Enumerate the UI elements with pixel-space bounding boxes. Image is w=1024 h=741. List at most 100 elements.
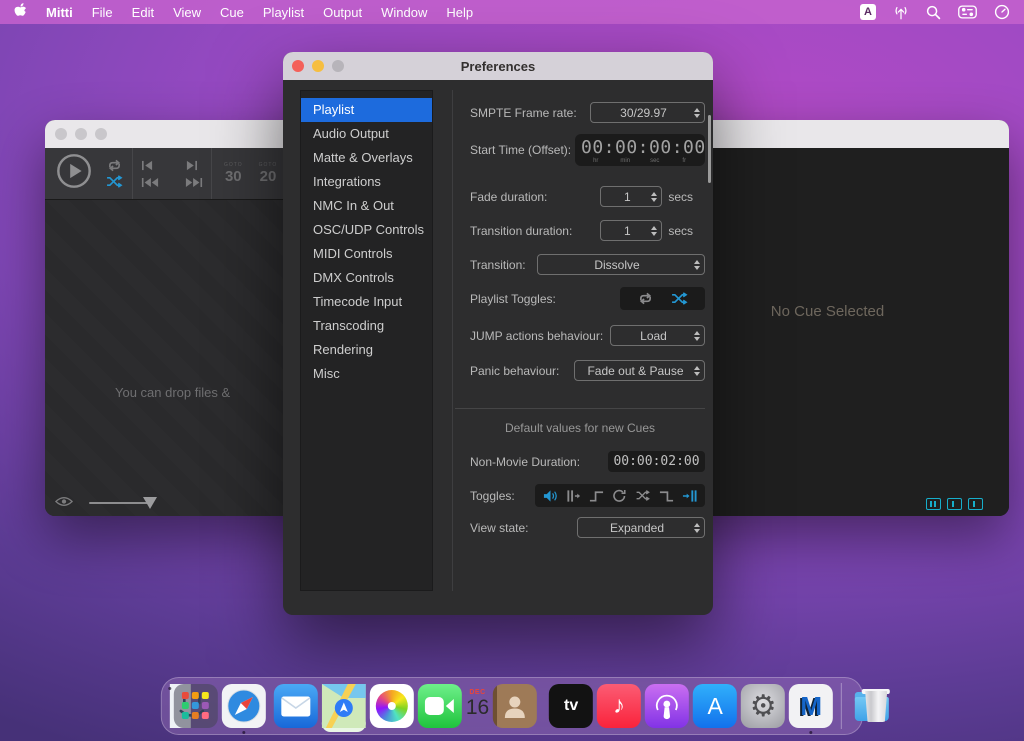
menu-output[interactable]: Output (323, 5, 362, 20)
previous-cue-icon[interactable] (141, 160, 154, 171)
dock-item-system-preferences[interactable]: ⚙ (741, 684, 785, 728)
sidebar-item-nmc-in-out[interactable]: NMC In & Out (301, 194, 432, 218)
output-format-icon[interactable] (926, 498, 941, 510)
mitti-app-icon: M (789, 684, 833, 728)
photos-icon (370, 684, 414, 728)
fade-duration-stepper[interactable]: 1 (600, 186, 662, 207)
fade-out-toggle-icon[interactable] (659, 489, 674, 503)
fade-duration-unit: secs (668, 190, 693, 204)
dock-item-podcasts[interactable] (645, 684, 689, 728)
sidebar-item-misc[interactable]: Misc (301, 362, 432, 386)
stepper-arrows-icon[interactable] (651, 226, 657, 236)
zoom-button[interactable] (95, 128, 107, 140)
dock-item-contacts[interactable] (493, 684, 537, 728)
search-icon[interactable] (926, 5, 941, 20)
music-icon: ♪ (597, 684, 641, 728)
menu-file[interactable]: File (92, 5, 113, 20)
shuffle-cue-toggle-icon[interactable] (635, 489, 651, 502)
jump-actions-popup[interactable]: Load (610, 325, 705, 346)
audio-toggle-icon[interactable] (543, 489, 558, 503)
menu-playlist[interactable]: Playlist (263, 5, 304, 20)
safari-icon (222, 684, 266, 728)
pause-at-end-toggle-icon[interactable] (682, 489, 697, 503)
dock-item-music[interactable]: ♪ (597, 684, 641, 728)
sidebar-item-playlist[interactable]: Playlist (301, 98, 432, 122)
eye-icon[interactable] (55, 494, 73, 512)
preferences-title-bar[interactable]: Preferences (283, 52, 713, 80)
fade-duration-row: Fade duration: 1 secs (470, 186, 705, 207)
loop-toggle-icon[interactable] (636, 292, 655, 305)
close-button[interactable] (55, 128, 67, 140)
dock-item-tv[interactable]: tv (549, 684, 593, 728)
transition-popup[interactable]: Dissolve (537, 254, 705, 275)
non-movie-duration-label: Non-Movie Duration: (470, 455, 580, 469)
jump-to-start-icon[interactable] (141, 177, 159, 188)
dock-item-facetime[interactable] (418, 684, 462, 728)
smpte-framerate-popup[interactable]: 30/29.97 (590, 102, 705, 123)
dock-item-launchpad[interactable] (174, 684, 218, 728)
dock-item-calendar[interactable]: DEC 16 (466, 684, 489, 719)
sidebar-item-transcoding[interactable]: Transcoding (301, 314, 432, 338)
menu-edit[interactable]: Edit (132, 5, 154, 20)
opacity-slider[interactable] (89, 496, 151, 510)
dock-item-mail[interactable] (274, 684, 318, 728)
clock-icon[interactable] (994, 4, 1010, 20)
goto-30-button[interactable]: GOTO 30 (224, 162, 243, 185)
shuffle-toggle-icon[interactable] (670, 292, 689, 305)
transition-row: Transition: Dissolve (470, 254, 705, 275)
minimize-button[interactable] (75, 128, 87, 140)
input-source-icon[interactable]: A (860, 4, 876, 20)
dock-item-maps[interactable] (322, 684, 366, 733)
loop-toggle-icon[interactable] (105, 159, 124, 172)
menu-app-name[interactable]: Mitti (46, 5, 73, 20)
play-button[interactable] (55, 152, 93, 195)
sidebar-item-rendering[interactable]: Rendering (301, 338, 432, 362)
loop-cue-toggle-icon[interactable] (612, 489, 627, 503)
dock-item-safari[interactable] (222, 684, 266, 728)
sidebar-item-integrations[interactable]: Integrations (301, 170, 432, 194)
menu-help[interactable]: Help (446, 5, 473, 20)
fade-in-toggle-icon[interactable] (589, 489, 604, 503)
playlist-toggles-box (620, 287, 705, 310)
stepper-arrows-icon[interactable] (651, 192, 657, 202)
drop-hint-text: You can drop files & (115, 385, 230, 400)
facetime-icon (418, 684, 462, 728)
sidebar-item-timecode-input[interactable]: Timecode Input (301, 290, 432, 314)
dock-item-photos[interactable] (370, 684, 414, 728)
apple-menu[interactable] (14, 3, 27, 21)
menu-view[interactable]: View (173, 5, 201, 20)
smpte-row: SMPTE Frame rate: 30/29.97 (470, 102, 705, 123)
running-indicator (168, 687, 171, 690)
next-cue-icon[interactable] (185, 160, 198, 171)
panic-behaviour-popup[interactable]: Fade out & Pause (574, 360, 705, 381)
apple-icon (14, 3, 27, 18)
menu-window[interactable]: Window (381, 5, 427, 20)
non-movie-duration-field[interactable]: 00:00:02:00 (608, 451, 705, 472)
sidebar-item-midi[interactable]: MIDI Controls (301, 242, 432, 266)
output-screen-2-icon[interactable] (968, 498, 983, 510)
scrollbar-thumb[interactable] (708, 115, 711, 183)
dock-divider (841, 683, 842, 729)
start-time-field[interactable]: 00:00:00:00 hr min sec fr (575, 134, 705, 166)
sidebar-item-osc-udp[interactable]: OSC/UDP Controls (301, 218, 432, 242)
pause-then-play-toggle-icon[interactable] (566, 489, 581, 503)
start-time-label: Start Time (Offset): (470, 143, 571, 157)
view-state-popup[interactable]: Expanded (577, 517, 705, 538)
menu-cue[interactable]: Cue (220, 5, 244, 20)
antenna-icon[interactable] (893, 5, 909, 20)
dock-item-app-store[interactable]: A (693, 684, 737, 728)
menu-bar: Mitti File Edit View Cue Playlist Output… (0, 0, 1024, 24)
goto-20-button[interactable]: GOTO 20 (259, 162, 278, 185)
sidebar-item-audio-output[interactable]: Audio Output (301, 122, 432, 146)
control-center-icon[interactable] (958, 5, 977, 19)
transition-duration-stepper[interactable]: 1 (600, 220, 662, 241)
jump-to-end-icon[interactable] (185, 177, 203, 188)
shuffle-toggle-icon[interactable] (105, 175, 124, 188)
slider-thumb[interactable] (143, 497, 157, 509)
sidebar-item-dmx[interactable]: DMX Controls (301, 266, 432, 290)
sidebar-item-matte-overlays[interactable]: Matte & Overlays (301, 146, 432, 170)
jump-actions-label: JUMP actions behaviour: (470, 329, 603, 343)
dock-item-mitti[interactable]: M (789, 684, 833, 728)
skip-controls (141, 160, 203, 188)
output-screen-1-icon[interactable] (947, 498, 962, 510)
